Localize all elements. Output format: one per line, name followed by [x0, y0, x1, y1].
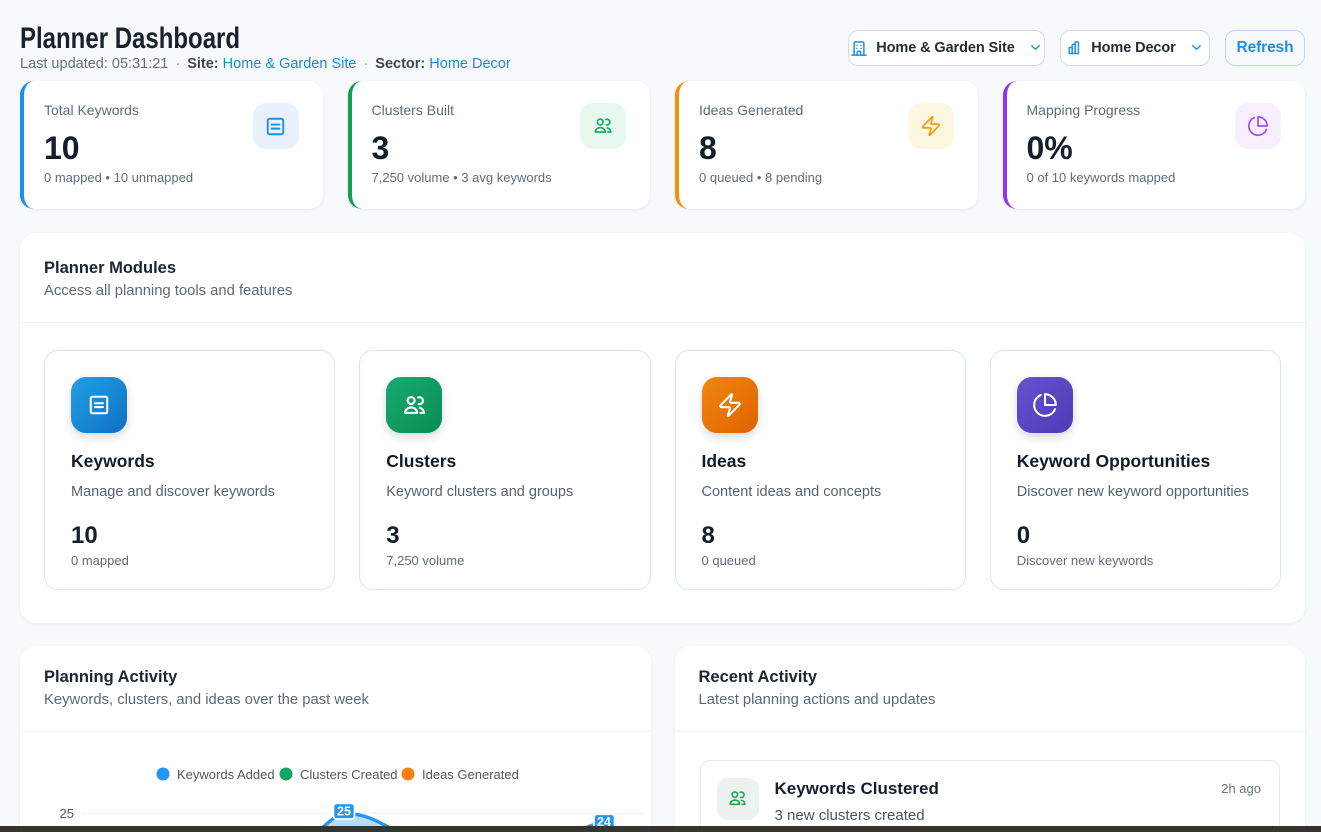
svg-text:25: 25 [337, 804, 351, 818]
svg-text:Clusters Created: Clusters Created [300, 767, 398, 782]
svg-text:Keywords Added: Keywords Added [177, 767, 275, 782]
svg-text:25: 25 [60, 806, 74, 821]
svg-text:Ideas Generated: Ideas Generated [422, 767, 519, 782]
